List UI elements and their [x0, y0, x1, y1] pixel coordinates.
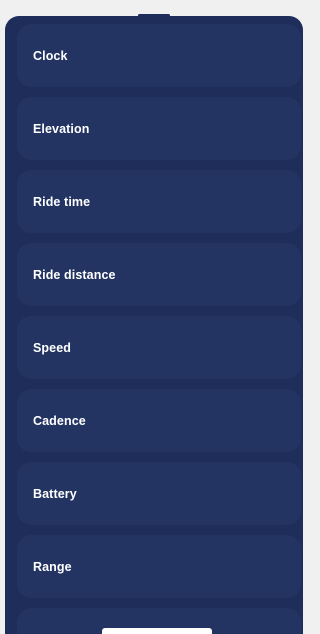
list-item-label: Ride distance	[33, 267, 116, 282]
list-item-label: Battery	[33, 486, 77, 501]
list-item-cadence[interactable]: Cadence	[17, 389, 301, 452]
widget-list-sheet: Clock Elevation Ride time Ride distance …	[5, 16, 303, 634]
list-item-ride-time[interactable]: Ride time	[17, 170, 301, 233]
list-item-label: Ride time	[33, 194, 91, 209]
home-indicator	[102, 628, 212, 634]
list-item-label: Speed	[33, 340, 72, 355]
list-item-battery[interactable]: Battery	[17, 462, 301, 525]
list-item-label: Elevation	[33, 121, 90, 136]
list-item-clock[interactable]: Clock	[17, 24, 301, 87]
list-item-label: Range	[33, 559, 72, 574]
list-item-ride-distance[interactable]: Ride distance	[17, 243, 301, 306]
list-item-elevation[interactable]: Elevation	[17, 97, 301, 160]
list-item-range[interactable]: Range	[17, 535, 301, 598]
list-item-label: Cadence	[33, 413, 86, 428]
widget-list: Clock Elevation Ride time Ride distance …	[17, 24, 301, 634]
list-item-label: Clock	[33, 48, 68, 63]
list-item-speed[interactable]: Speed	[17, 316, 301, 379]
